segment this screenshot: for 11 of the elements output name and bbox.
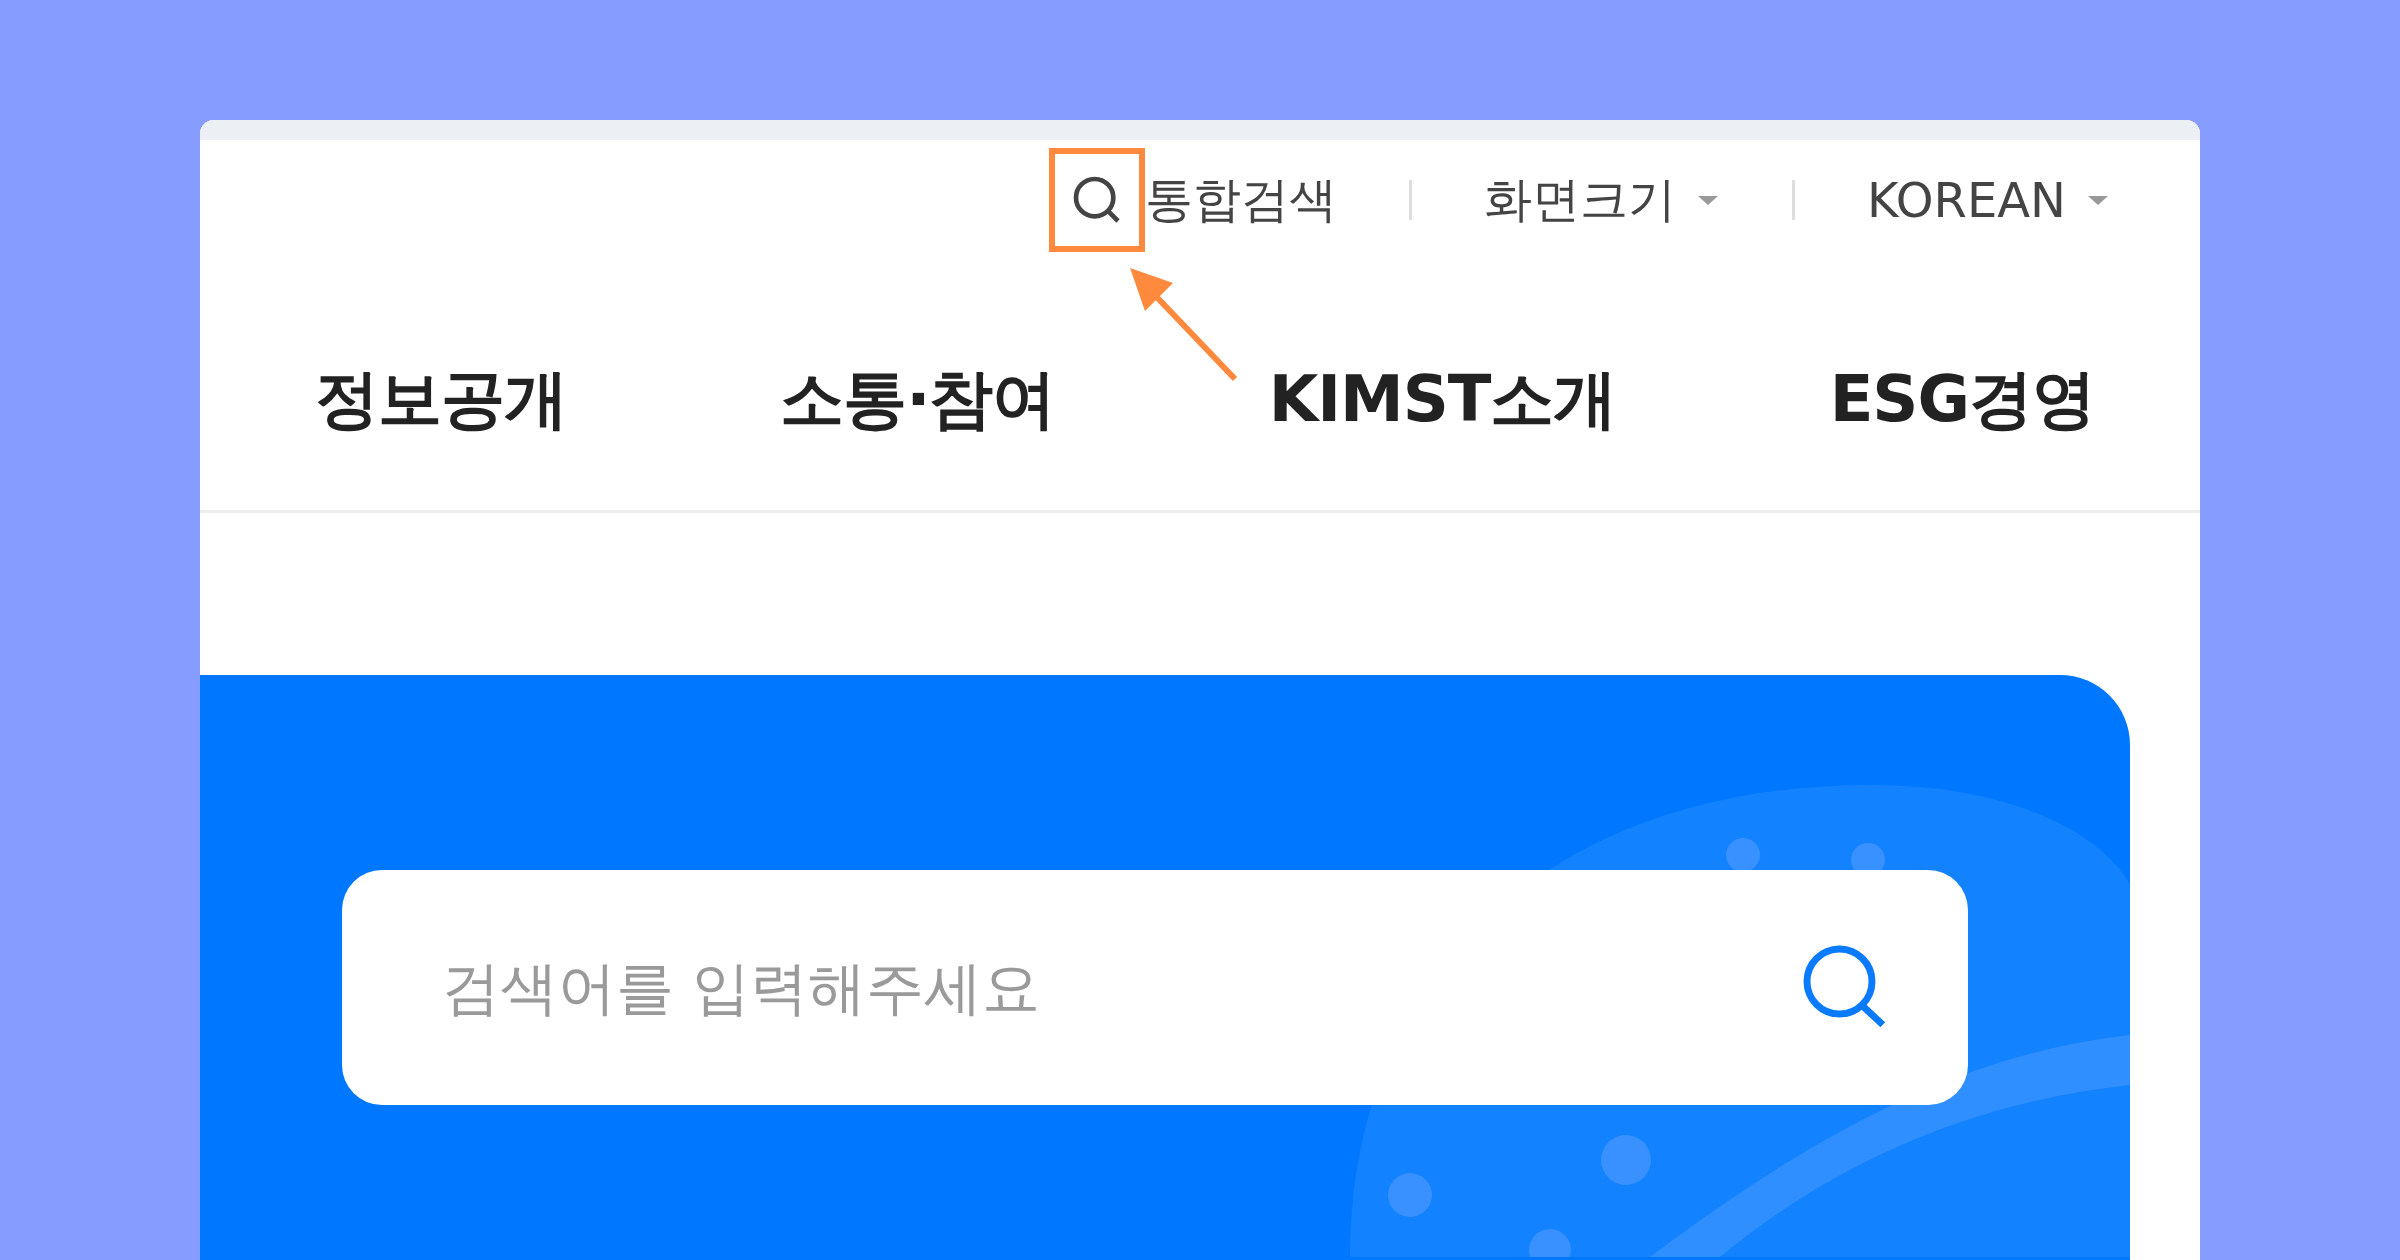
dropdown-label: KOREAN — [1866, 172, 2066, 228]
dropdown-button[interactable]: 화면크기 — [1483, 168, 1720, 232]
menu-item[interactable]: 정보공개 — [315, 356, 567, 442]
dropdown-button[interactable]: KOREAN — [1866, 172, 2110, 228]
caret-icon — [2086, 194, 2110, 206]
menu-item[interactable]: 소통·참여 — [780, 356, 1056, 442]
search-input[interactable]: 검색어를 입력해주세요 — [440, 952, 1794, 1023]
menu-item[interactable]: ESG경영 — [1829, 356, 2095, 442]
integrated-search-link[interactable]: 통합검색 — [1144, 168, 1337, 232]
menu-item[interactable]: KIMST소개 — [1268, 356, 1617, 442]
dropdown-label: 화면크기 — [1483, 170, 1676, 229]
